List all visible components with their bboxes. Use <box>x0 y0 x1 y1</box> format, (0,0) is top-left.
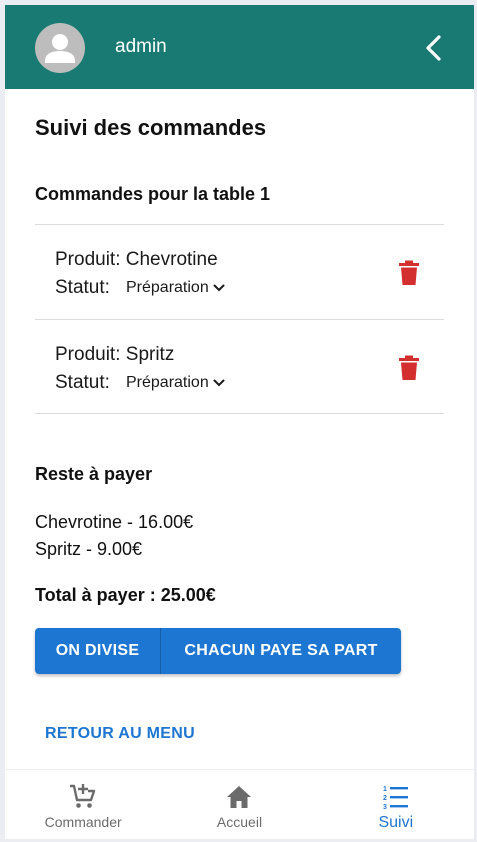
nav-label: Accueil <box>216 814 263 830</box>
section-title: Commandes pour la table 1 <box>35 184 271 204</box>
order-item: Produit: Chevrotine Statut: Préparation <box>35 224 444 319</box>
chevron-down-icon <box>213 379 225 387</box>
product-prefix: Produit: <box>55 249 121 270</box>
delete-button[interactable] <box>398 260 420 286</box>
status-select[interactable]: Préparation <box>126 279 225 297</box>
user-icon <box>45 34 75 63</box>
status-label: Statut: <box>55 372 110 393</box>
delete-button[interactable] <box>398 355 420 381</box>
total-to-pay: Total à payer : 25.00€ <box>35 585 216 605</box>
remaining-item: Spritz - 9.00€ <box>35 539 143 559</box>
status-value: Préparation <box>126 374 209 391</box>
svg-text:1: 1 <box>383 786 387 793</box>
payment-button-group: ON DIVISE CHACUN PAYE SA PART <box>35 628 401 674</box>
product-name: Spritz <box>125 344 175 365</box>
trash-icon <box>399 260 419 285</box>
trash-icon <box>399 355 419 380</box>
nav-label: Commander <box>44 814 122 830</box>
svg-text:3: 3 <box>383 804 387 811</box>
product-prefix: Produit: <box>55 344 121 365</box>
chevron-down-icon <box>213 284 225 292</box>
each-pays-button[interactable]: CHACUN PAYE SA PART <box>161 628 401 674</box>
bottom-navigation: Commander Accueil 1 2 3 Suivi <box>5 769 474 839</box>
back-to-menu-button[interactable]: RETOUR AU MENU <box>45 725 195 743</box>
status-value: Préparation <box>126 279 209 296</box>
remaining-title: Reste à payer <box>35 464 153 484</box>
nav-item-accueil[interactable]: Accueil <box>161 770 317 839</box>
home-icon <box>227 786 252 808</box>
nav-label: Suivi <box>378 814 414 831</box>
page-title: Suivi des commandes <box>35 115 267 140</box>
product-name: Chevrotine <box>125 249 218 270</box>
numbered-list-icon: 1 2 3 <box>383 786 408 811</box>
status-select[interactable]: Préparation <box>126 374 225 392</box>
nav-item-suivi[interactable]: 1 2 3 Suivi <box>318 770 474 839</box>
order-item: Produit: Spritz Statut: Préparation <box>35 319 444 414</box>
cart-plus-icon <box>70 784 96 808</box>
split-button[interactable]: ON DIVISE <box>35 628 161 674</box>
app-bar: admin <box>5 5 474 89</box>
app-screen: admin Suivi des commandes Commandes pour… <box>5 5 474 839</box>
order-product: Produit: Chevrotine <box>55 249 218 271</box>
status-label: Statut: <box>55 277 110 298</box>
back-button[interactable] <box>420 33 448 63</box>
nav-item-commander[interactable]: Commander <box>5 770 161 839</box>
avatar[interactable] <box>35 23 85 73</box>
order-list: Produit: Chevrotine Statut: Préparation <box>35 224 444 414</box>
remaining-item: Chevrotine - 16.00€ <box>35 512 194 532</box>
username: admin <box>115 36 167 57</box>
order-product: Produit: Spritz <box>55 344 174 366</box>
remaining-list: Chevrotine - 16.00€ Spritz - 9.00€ <box>35 509 193 563</box>
chevron-left-icon <box>426 35 441 61</box>
svg-text:2: 2 <box>383 795 387 802</box>
